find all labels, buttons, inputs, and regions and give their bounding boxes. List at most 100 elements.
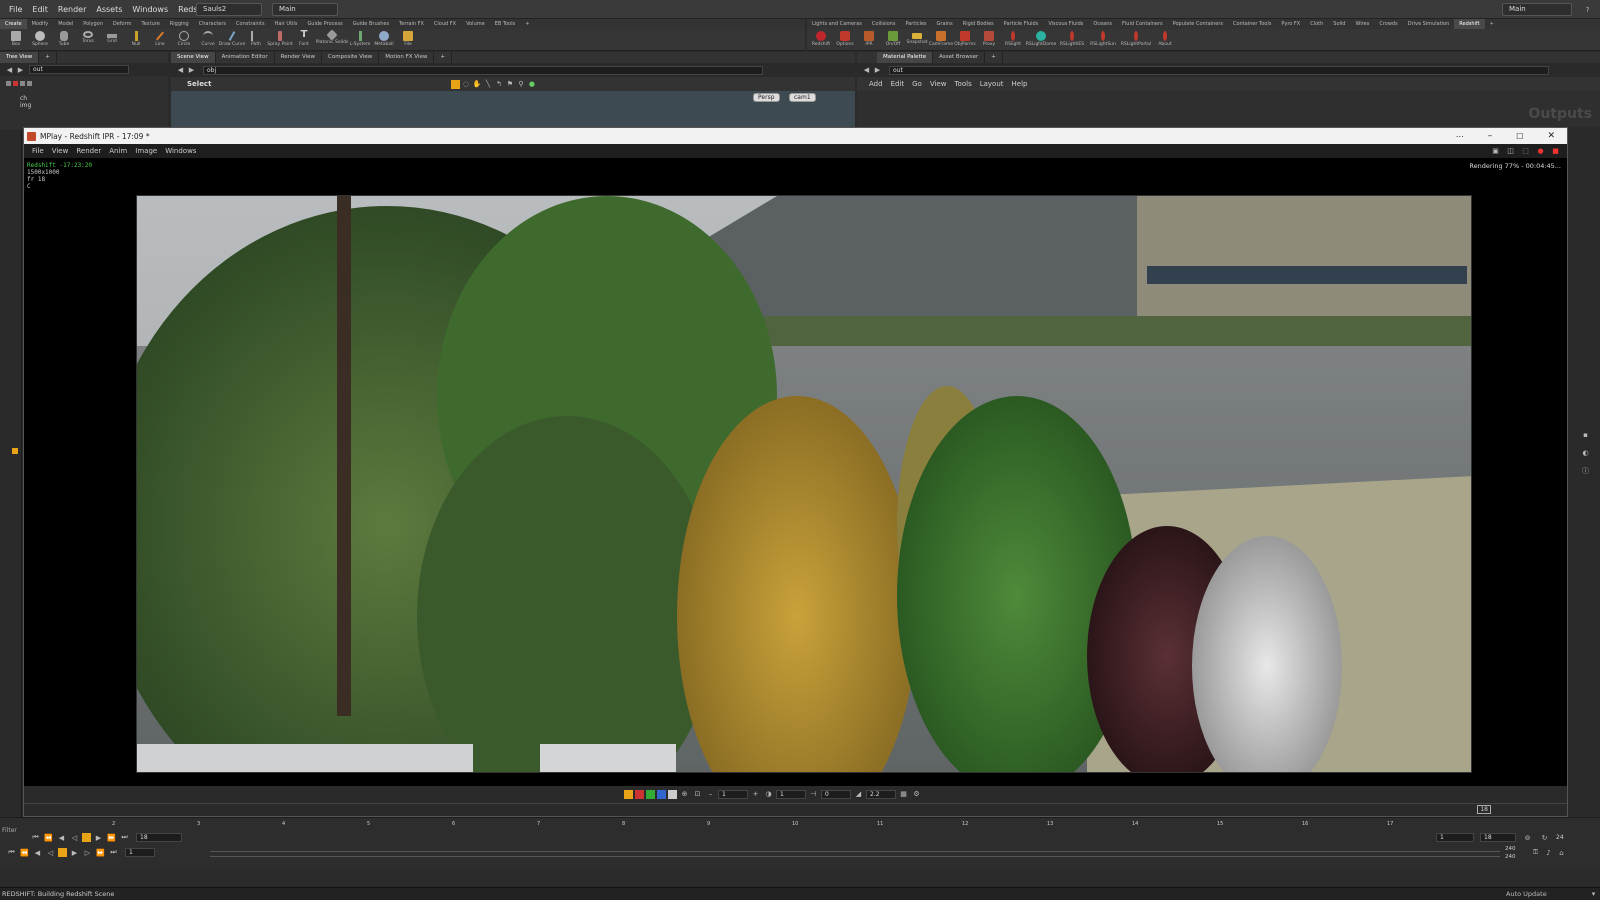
mplay-menu-render[interactable]: Render (72, 147, 105, 155)
start-frame-field[interactable]: 1 (125, 848, 155, 857)
right-desktop-dropdown[interactable]: Main (1502, 3, 1572, 16)
persp-menu[interactable]: Persp (753, 93, 780, 102)
audio-icon[interactable]: ♪ (1544, 848, 1553, 857)
menu-windows[interactable]: Windows (127, 0, 173, 19)
shelf-tab[interactable]: EB Tools (490, 19, 521, 29)
tree-tool-icon[interactable] (27, 80, 32, 86)
offset-icon[interactable]: ⊣ (809, 790, 818, 799)
shelf-tab[interactable]: Hair Utils (270, 19, 303, 29)
info-icon[interactable]: ⓘ (1581, 466, 1590, 475)
lasso-icon[interactable]: ◌ (461, 80, 470, 89)
play-icon[interactable]: ▶ (70, 848, 79, 857)
shelf-tab[interactable]: Particles (900, 19, 931, 29)
shelf-tab[interactable]: Deform (108, 19, 137, 29)
menu-render[interactable]: Render (53, 0, 91, 19)
menu-file[interactable]: File (4, 0, 27, 19)
tree-tool-icon[interactable] (13, 80, 18, 86)
shelf-tab[interactable]: Volume (461, 19, 490, 29)
shelf-tab[interactable]: Solid (1328, 19, 1350, 29)
tree-item[interactable]: img (6, 102, 162, 109)
tool-circle[interactable]: Circle (172, 29, 196, 51)
shelf-tab[interactable]: Polygon (78, 19, 108, 29)
shelf-tab[interactable]: Rigid Bodies (958, 19, 999, 29)
forward-icon[interactable]: ▶ (187, 66, 196, 75)
auto-update-toggle[interactable]: Auto Update (1506, 890, 1547, 898)
tool-box[interactable]: Box (4, 29, 28, 51)
gamma-icon[interactable]: ◢ (854, 790, 863, 799)
shelf-tab[interactable]: Oceans (1088, 19, 1117, 29)
camera-menu[interactable]: cam1 (789, 93, 816, 102)
back-icon[interactable]: ◀ (5, 65, 14, 74)
tab-tree-view[interactable]: Tree View (0, 52, 40, 63)
mplay-frame-box[interactable]: 18 (1477, 805, 1491, 814)
step-back-icon[interactable]: ◀ (33, 848, 42, 857)
mplay-menu-file[interactable]: File (28, 147, 48, 155)
tree-tool-icon[interactable] (20, 80, 25, 86)
network-menu-go[interactable]: Go (908, 80, 926, 88)
select-mode-icon[interactable] (451, 79, 461, 89)
brightness-field[interactable]: 1 (776, 789, 806, 799)
tool-redshift[interactable]: Redshift (809, 29, 833, 51)
exposure-field[interactable]: 1 (718, 789, 748, 799)
desktop-dropdown[interactable]: Sauls2 (196, 3, 262, 16)
realtime-icon[interactable]: ⊚ (1523, 833, 1532, 842)
lock-icon[interactable]: ⌂ (1557, 848, 1566, 857)
tool-draw-curve[interactable]: Draw Curve (219, 29, 245, 51)
shelf-tab[interactable]: Populate Containers (1168, 19, 1228, 29)
shelf-tab[interactable]: Modify (27, 19, 54, 29)
menu-edit[interactable]: Edit (27, 0, 53, 19)
last-frame-icon[interactable]: ⏭ (120, 833, 129, 842)
mplay-menu-image[interactable]: Image (131, 147, 161, 155)
context-dropdown[interactable]: Main (272, 3, 338, 16)
shelf-tab[interactable]: Constraints (231, 19, 270, 29)
stop-render-icon[interactable]: ● (1536, 147, 1545, 156)
tool-rslightportal[interactable]: RSLightPortal (1119, 29, 1153, 51)
shelf-tab[interactable]: Collisions (867, 19, 901, 29)
scene-path-field[interactable]: obj (203, 65, 763, 75)
network-menu-edit[interactable]: Edit (887, 80, 909, 88)
tool-proxy[interactable]: Proxy (977, 29, 1001, 51)
gamma-field[interactable]: 2.2 (866, 789, 896, 799)
pose-icon[interactable]: ↰ (494, 80, 503, 89)
tree-item[interactable]: ch (6, 95, 162, 102)
pin-icon[interactable]: ◐ (1581, 448, 1590, 457)
network-path-field[interactable]: out (889, 65, 1549, 75)
tool-sphere[interactable]: Sphere (28, 29, 52, 51)
offset-field[interactable]: 0 (821, 789, 851, 799)
tool-lsystem[interactable]: L-System (348, 29, 372, 51)
magnet-icon[interactable]: ⚲ (516, 80, 525, 89)
first-frame-icon[interactable]: ⏮ (7, 848, 16, 857)
minimize-icon[interactable]: – (1476, 131, 1505, 141)
shelf-tab[interactable]: Create (0, 19, 27, 29)
shelf-tab[interactable]: Grains (932, 19, 958, 29)
next-key-icon[interactable]: ⏩ (96, 848, 105, 857)
filter-label[interactable]: Filter (2, 827, 17, 834)
add-shelf-tab-icon[interactable]: + (520, 19, 534, 29)
play-reverse-icon[interactable]: ◁ (46, 848, 55, 857)
shelf-tab[interactable]: Texture (136, 19, 164, 29)
stop-icon[interactable] (82, 833, 91, 842)
shelf-tab-redshift[interactable]: Redshift (1454, 19, 1485, 29)
tree-path-field[interactable]: out (29, 65, 129, 74)
current-frame-field[interactable]: 18 (136, 833, 182, 842)
pane-menu-icon[interactable]: ▪ (1581, 430, 1590, 439)
network-menu-view[interactable]: View (926, 80, 951, 88)
first-frame-icon[interactable]: ⏮ (31, 833, 40, 842)
tool-spray-paint[interactable]: Spray Paint (267, 29, 293, 51)
tab-composite-view[interactable]: Composite View (322, 52, 380, 63)
add-tab-icon[interactable]: + (985, 52, 1003, 63)
back-icon[interactable]: ◀ (862, 66, 871, 75)
shelf-tab[interactable]: Pyro FX (1276, 19, 1305, 29)
shelf-tab[interactable]: Characters (194, 19, 231, 29)
shelf-tab[interactable]: Crowds (1374, 19, 1402, 29)
snapshot-icon[interactable]: ▣ (1491, 147, 1500, 156)
shelf-tab[interactable]: Wires (1350, 19, 1374, 29)
timeline-ruler[interactable]: 2 3 4 5 6 7 8 9 10 11 12 13 14 15 16 17 (22, 821, 1570, 833)
tool-curve[interactable]: Curve (196, 29, 220, 51)
stop-icon[interactable] (58, 848, 67, 857)
red-channel-icon[interactable] (635, 789, 644, 799)
tool-font[interactable]: T Font (292, 29, 316, 51)
shelf-tab[interactable]: Rigging (165, 19, 194, 29)
viewport[interactable]: Persp cam1 (171, 91, 855, 127)
pause-render-icon[interactable]: ■ (1551, 147, 1560, 156)
